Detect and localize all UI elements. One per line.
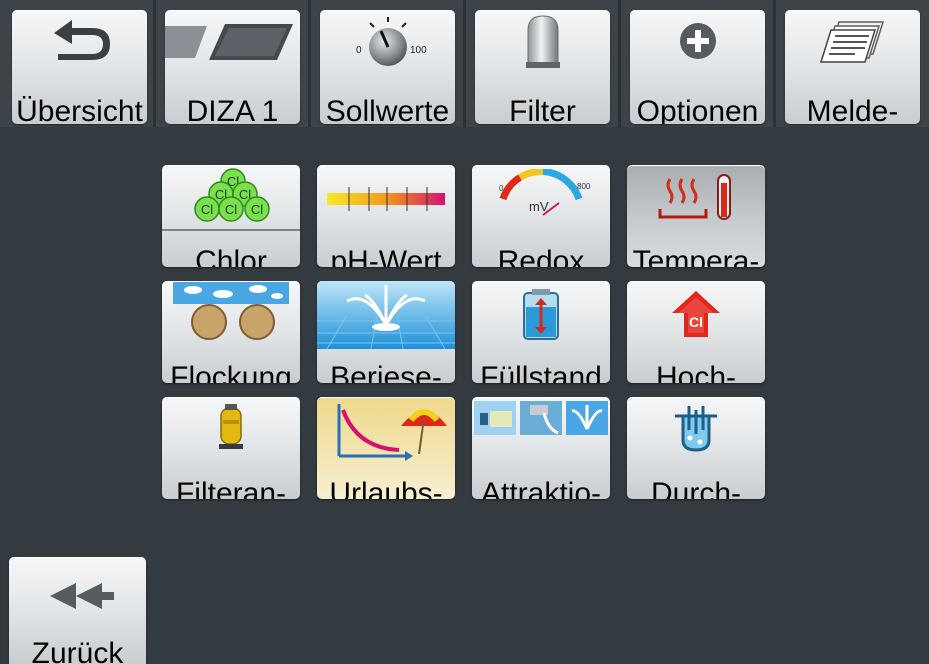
nav-label: Filter	[509, 95, 576, 125]
nav-button-diza-1[interactable]: DIZA 1	[165, 10, 300, 124]
tile-label: Beriese-	[330, 361, 442, 384]
back-label: Zurück	[31, 637, 124, 664]
nav-separator	[773, 0, 776, 127]
nav-separator	[618, 0, 621, 127]
tile-hochchlorung[interactable]: Cl Hoch-	[627, 281, 765, 383]
gauge-unit: mV	[529, 199, 549, 214]
fountain-icon	[317, 281, 455, 349]
chlorine-molecules-icon: Cl Cl Cl Cl Cl Cl	[162, 165, 300, 231]
nav-button-optionen[interactable]: Optionen	[630, 10, 765, 124]
dial-max-label: 100	[410, 45, 427, 56]
tile-label: Durch-	[650, 477, 741, 500]
nav-separator	[153, 0, 156, 127]
tile-redox[interactable]: mV 0 800 Redox	[472, 165, 610, 267]
dial-min-label: 0	[356, 45, 362, 56]
heater-thermometer-icon	[627, 165, 765, 233]
back-button[interactable]: Zurück	[9, 557, 146, 664]
redox-gauge-icon: mV 0 800	[472, 165, 610, 233]
tile-fuellstand[interactable]: Füllstand	[472, 281, 610, 383]
flow-cell-icon	[627, 397, 765, 459]
tile-label: Chlor	[195, 245, 267, 268]
filter-vessel-icon	[475, 10, 610, 72]
chlorine-symbol: Cl	[689, 314, 703, 330]
nav-label: DIZA 1	[186, 95, 279, 125]
tile-flockung[interactable]: Flockung	[162, 281, 300, 383]
flocculation-icon	[162, 281, 300, 349]
nav-separator	[463, 0, 466, 127]
tile-label: pH-Wert	[330, 245, 442, 268]
tile-urlaubsbetrieb[interactable]: Urlaubs-	[317, 397, 455, 499]
ph-scale-icon	[317, 165, 455, 233]
tile-label: Hoch-	[655, 361, 737, 384]
tile-ph-wert[interactable]: pH-Wert	[317, 165, 455, 267]
nav-separator	[308, 0, 311, 127]
nav-label: Übersicht	[16, 95, 143, 125]
chlorine-atom-label: Cl	[251, 202, 263, 217]
nav-label: Melde-	[806, 95, 899, 125]
gauge-min: 0	[499, 184, 504, 193]
tile-berieselung[interactable]: Beriese-	[317, 281, 455, 383]
back-arrow-icon	[12, 10, 147, 72]
chlorine-boost-icon: Cl	[627, 281, 765, 349]
attractions-icon	[472, 397, 610, 443]
tile-attraktionen[interactable]: Attraktio-	[472, 397, 610, 499]
filter-unit-icon	[162, 397, 300, 457]
nav-button-uebersicht[interactable]: Übersicht	[12, 10, 147, 124]
tile-label: Redox	[497, 245, 585, 268]
nav-button-sollwerte[interactable]: 0 100 Sollwerte	[320, 10, 455, 124]
tile-label: Filteran-	[175, 477, 287, 500]
tilted-panels-icon	[165, 10, 300, 72]
level-tank-icon	[472, 281, 610, 349]
tile-durchfluss[interactable]: Durch-	[627, 397, 765, 499]
chlorine-atom-label: Cl	[225, 202, 237, 217]
tile-label: Flockung	[170, 361, 292, 384]
nav-label: Sollwerte	[325, 95, 450, 125]
chlorine-atom-label: Cl	[201, 202, 213, 217]
tile-label: Füllstand	[480, 361, 602, 384]
tile-filteranlage[interactable]: Filteran-	[162, 397, 300, 499]
tile-label: Attraktio-	[480, 477, 602, 500]
nav-label: Optionen	[636, 95, 759, 125]
tile-temperatur[interactable]: Tempera-	[627, 165, 765, 267]
nav-button-melde[interactable]: Melde-	[785, 10, 920, 124]
plus-circle-icon	[630, 10, 765, 72]
dial-knob-icon: 0 100	[320, 10, 455, 72]
tile-chlor[interactable]: Cl Cl Cl Cl Cl Cl Chlor	[162, 165, 300, 267]
tile-label: Tempera-	[632, 245, 760, 268]
documents-stack-icon	[785, 10, 920, 72]
tile-label: Urlaubs-	[329, 477, 443, 500]
double-arrow-left-icon	[9, 557, 146, 635]
holiday-curve-icon	[317, 397, 455, 465]
gauge-max: 800	[577, 182, 591, 191]
nav-button-filter[interactable]: Filter	[475, 10, 610, 124]
